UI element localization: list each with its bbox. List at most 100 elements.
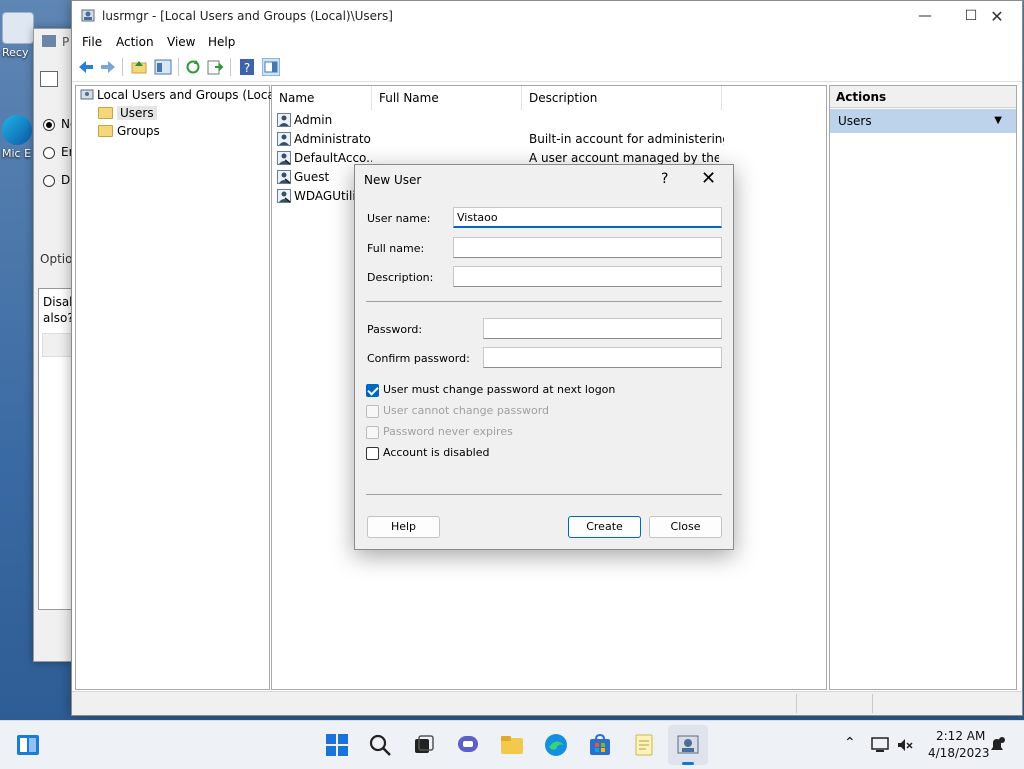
- widgets-icon[interactable]: [16, 733, 40, 757]
- desktop-icon-label: Recy: [2, 46, 29, 59]
- back-icon[interactable]: [77, 58, 95, 76]
- actions-header: Actions: [830, 86, 1016, 108]
- clock-time[interactable]: 2:12 AM: [936, 729, 985, 743]
- row-name: DefaultAcco...: [294, 151, 372, 165]
- full-name-input[interactable]: [453, 237, 722, 258]
- table-row[interactable]: WDAGUtilit: [277, 189, 357, 203]
- user-disabled-icon: [277, 170, 291, 184]
- tree-item-users[interactable]: Users: [98, 106, 157, 120]
- row-name: Admin: [294, 113, 333, 127]
- account-disabled-checkbox[interactable]: [366, 447, 379, 460]
- minimize-button[interactable]: —: [902, 1, 948, 32]
- menu-help[interactable]: Help: [208, 35, 235, 49]
- menu-action[interactable]: Action: [116, 35, 154, 49]
- password-input[interactable]: [483, 318, 722, 339]
- column-header-full-name[interactable]: Full Name: [372, 86, 522, 110]
- column-header-name[interactable]: Name: [272, 86, 372, 110]
- radio-option-3[interactable]: [43, 175, 55, 187]
- close-window-button[interactable]: ✕: [972, 1, 1022, 32]
- collapse-arrow-icon[interactable]: ▼: [994, 109, 1002, 133]
- radio-option-1[interactable]: [43, 119, 55, 131]
- dialog-help-button[interactable]: ?: [661, 171, 668, 187]
- radio-option-2[interactable]: [43, 147, 55, 159]
- password-never-expires-label: Password never expires: [383, 425, 513, 438]
- password-never-expires-checkbox[interactable]: [366, 426, 379, 439]
- new-user-dialog: New User ? ✕ User name: Full name: Descr…: [354, 164, 734, 550]
- computer-users-icon: [80, 89, 94, 100]
- user-icon: [277, 132, 291, 146]
- recycle-bin-icon: [2, 12, 34, 44]
- actions-item-label: Users: [838, 114, 872, 128]
- notification-icon[interactable]: [987, 735, 1007, 755]
- show-hide-tree-icon[interactable]: [154, 58, 172, 76]
- help-icon[interactable]: ?: [238, 58, 256, 76]
- window-title: lusrmgr - [Local Users and Groups (Local…: [102, 9, 393, 23]
- user-icon: [277, 113, 291, 127]
- dialog-close-button[interactable]: ✕: [701, 168, 716, 189]
- options-label: Optio: [40, 252, 73, 266]
- start-icon[interactable]: [325, 733, 349, 757]
- title-bar[interactable]: lusrmgr - [Local Users and Groups (Local…: [72, 1, 1022, 32]
- menu-file[interactable]: File: [82, 35, 102, 49]
- divider: [366, 494, 722, 495]
- must-change-password-label: User must change password at next logon: [383, 383, 616, 396]
- volume-muted-icon[interactable]: [895, 735, 915, 755]
- confirm-password-label: Confirm password:: [367, 352, 470, 365]
- row-name: WDAGUtilit: [294, 189, 357, 203]
- tree-item-groups[interactable]: Groups: [98, 124, 160, 138]
- clock-date[interactable]: 4/18/2023: [928, 746, 990, 760]
- help-button[interactable]: Help: [367, 516, 440, 538]
- actions-pane: Actions Users ▼: [829, 85, 1017, 690]
- lusrmgr-taskbar-button[interactable]: [668, 725, 708, 765]
- chat-icon[interactable]: [456, 733, 480, 757]
- tree-item-groups-label: Groups: [117, 124, 160, 138]
- show-hide-action-pane-icon[interactable]: [262, 58, 280, 76]
- refresh-icon[interactable]: [184, 58, 202, 76]
- table-row[interactable]: Administrator: [277, 132, 372, 146]
- folder-icon: [98, 107, 113, 119]
- user-name-label: User name:: [367, 212, 431, 225]
- table-row[interactable]: Admin: [277, 113, 372, 127]
- lusrmgr-icon: [677, 735, 699, 754]
- user-disabled-icon: [277, 151, 291, 165]
- create-button[interactable]: Create: [568, 516, 641, 538]
- menu-bar: File Action View Help: [72, 32, 1022, 54]
- dialog-title: New User: [364, 173, 422, 187]
- forward-icon[interactable]: [99, 58, 117, 76]
- edge-icon[interactable]: [544, 733, 568, 757]
- confirm-password-input[interactable]: [483, 347, 722, 368]
- network-icon[interactable]: [870, 735, 890, 755]
- row-name: Administrator: [294, 132, 372, 146]
- divider: [366, 301, 722, 302]
- tree-root-local-users-groups[interactable]: Local Users and Groups (Local): [80, 88, 283, 102]
- show-hidden-icons-chevron-icon[interactable]: ⌃: [844, 735, 856, 751]
- task-view-icon[interactable]: [412, 733, 436, 757]
- background-dialog-title: P: [62, 35, 70, 49]
- taskbar: ⌃ 2:12 AM 4/18/2023: [0, 720, 1024, 769]
- store-icon[interactable]: [588, 733, 612, 757]
- user-name-input[interactable]: [453, 207, 722, 228]
- notepad-icon[interactable]: [632, 733, 656, 757]
- table-row[interactable]: DefaultAcco...: [277, 151, 372, 165]
- close-button[interactable]: Close: [649, 516, 722, 538]
- svg-text:?: ?: [244, 61, 250, 75]
- actions-item-users[interactable]: Users ▼: [830, 109, 1016, 133]
- account-disabled-label: Account is disabled: [383, 446, 490, 459]
- up-folder-icon[interactable]: [130, 58, 148, 76]
- column-header-description[interactable]: Description: [522, 86, 722, 110]
- cannot-change-password-checkbox[interactable]: [366, 405, 379, 418]
- export-list-icon[interactable]: [206, 58, 224, 76]
- description-input[interactable]: [453, 266, 722, 287]
- edge-icon: [2, 115, 32, 145]
- tree-root-label: Local Users and Groups (Local): [97, 88, 283, 102]
- menu-view[interactable]: View: [167, 35, 195, 49]
- row-name: Guest: [294, 170, 330, 184]
- search-icon[interactable]: [368, 733, 392, 757]
- window-icon: [42, 35, 56, 47]
- tree-pane: Local Users and Groups (Local) Users Gro…: [75, 85, 283, 690]
- file-explorer-icon[interactable]: [500, 733, 524, 757]
- row-description: Built-in account for administering...: [529, 132, 724, 146]
- must-change-password-checkbox[interactable]: [366, 384, 379, 397]
- password-label: Password:: [367, 323, 423, 336]
- user-disabled-icon: [277, 189, 291, 203]
